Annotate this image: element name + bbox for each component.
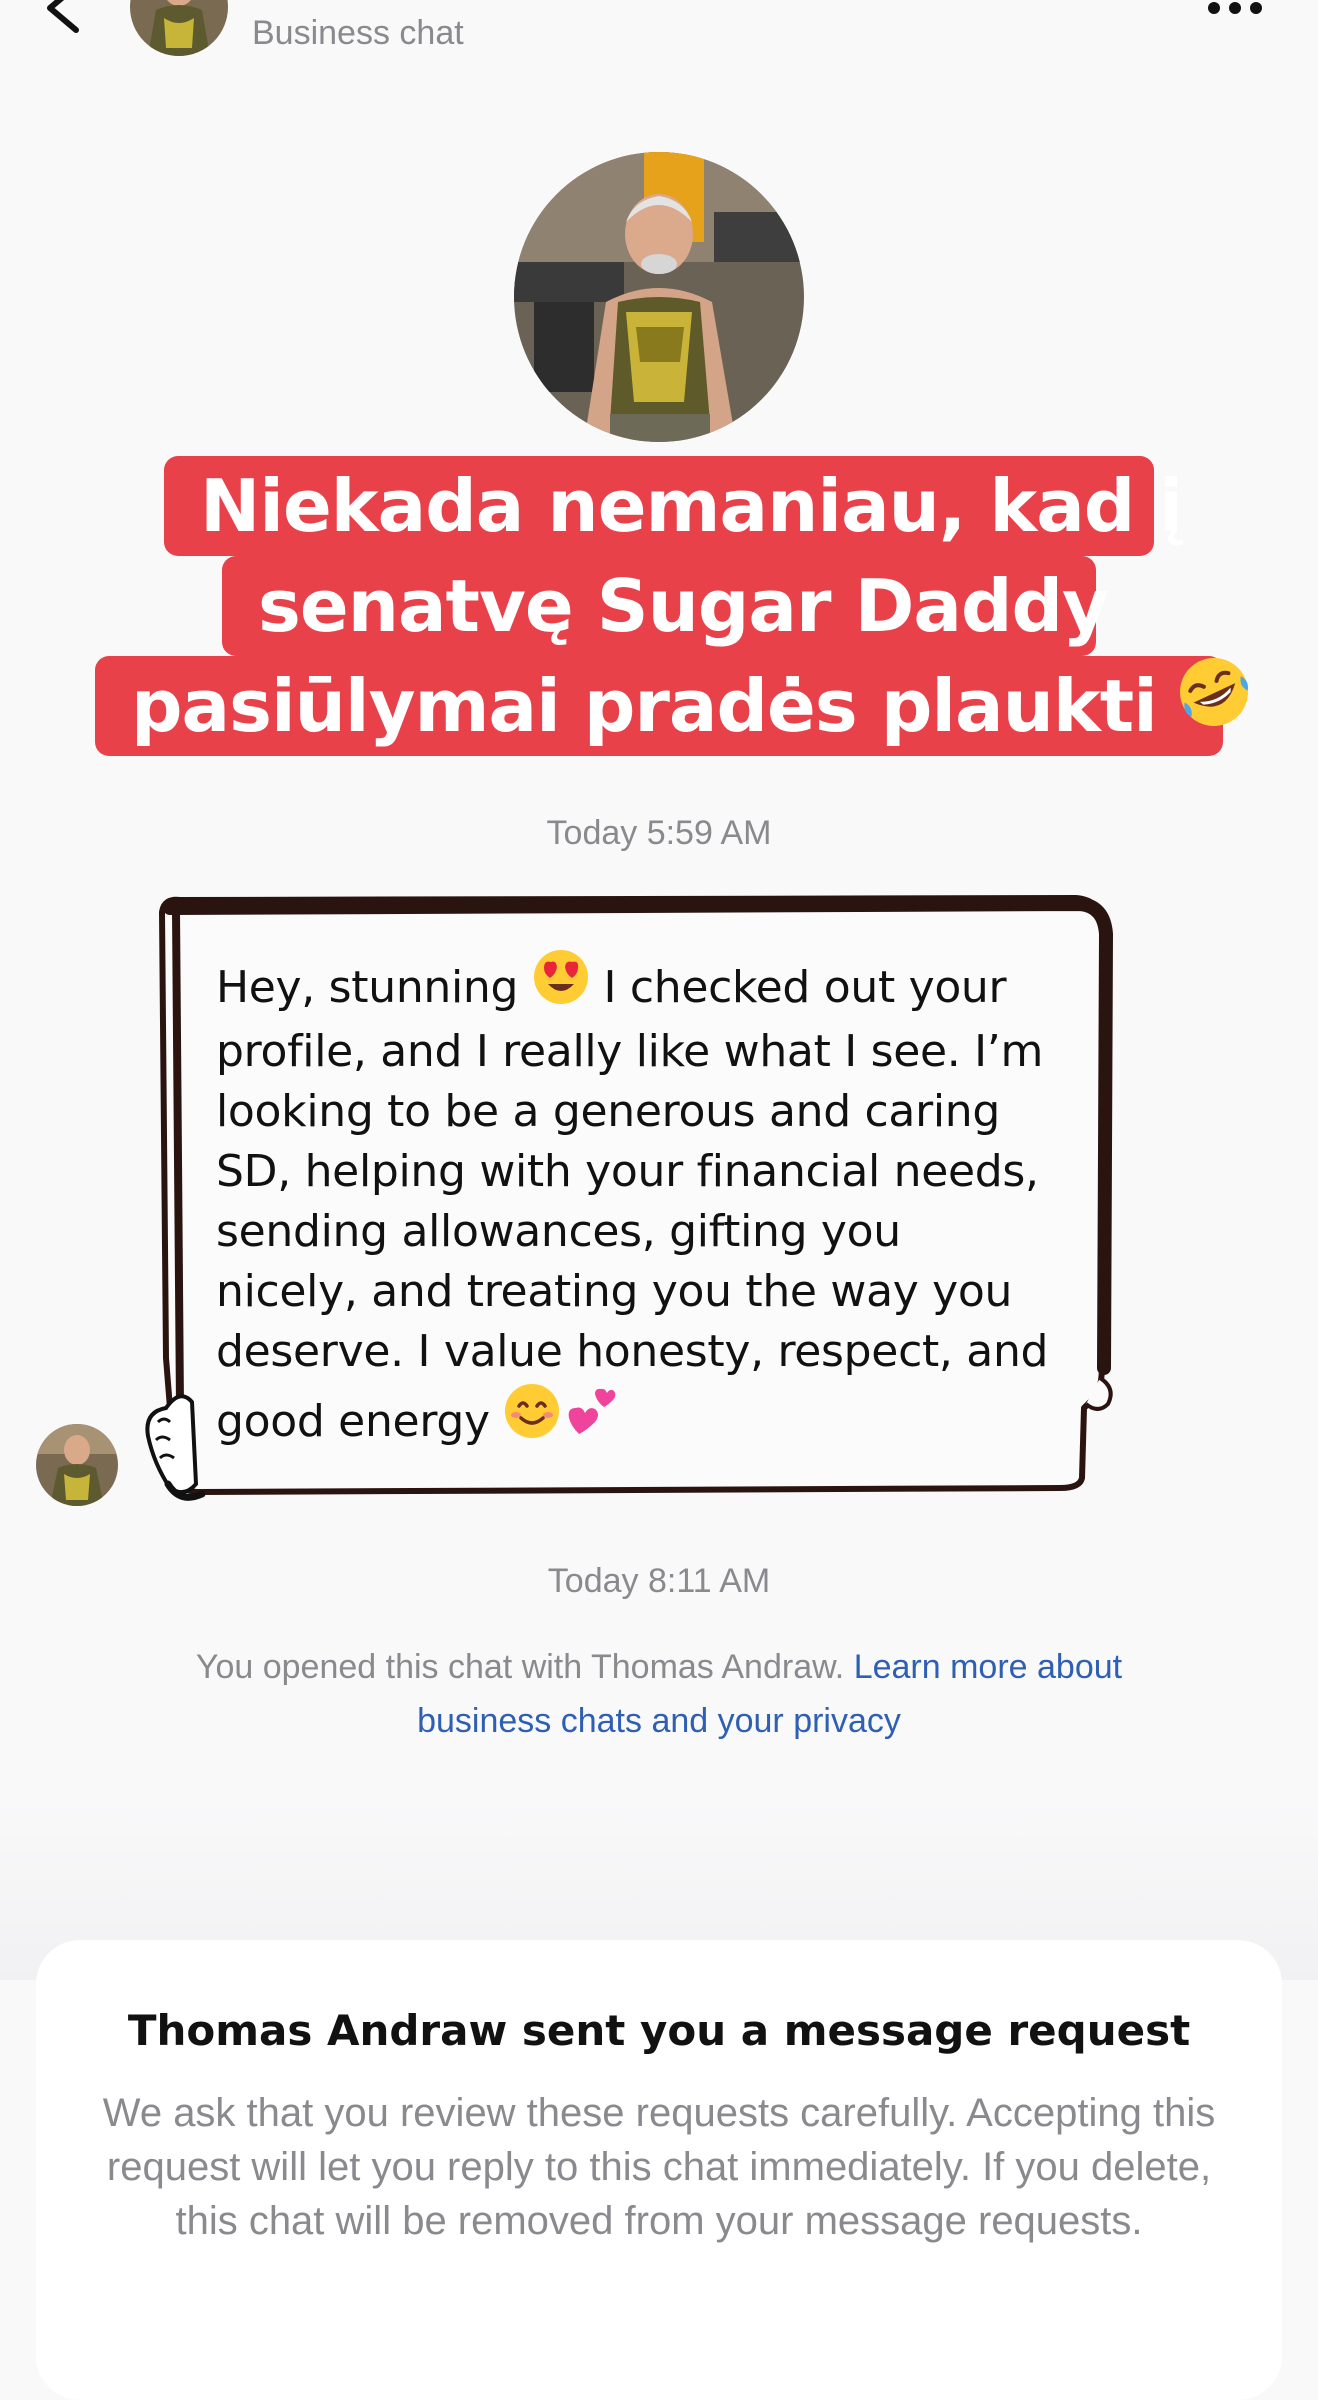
caption-line-1: Niekada nemaniau, kad į	[164, 456, 1183, 556]
chat-header: Business chat	[0, 0, 1318, 60]
caption-overlay: Niekada nemaniau, kad į senatvę Sugar Da…	[0, 456, 1318, 756]
chevron-left-icon	[47, 0, 79, 33]
message-line: deserve. I value honesty, respect, and	[216, 1326, 1049, 1377]
sender-avatar[interactable]	[36, 1424, 118, 1506]
business-chat-info: You opened this chat with Thomas Andraw.…	[130, 1640, 1188, 1748]
message-line: Hey, stunning I checked out your	[216, 950, 1066, 1022]
message-timestamp-2: Today 8:11 AM	[547, 1562, 771, 1600]
request-description: We ask that you review these requests ca…	[102, 2091, 1216, 2243]
message-line: profile, and I really like what I see. I…	[216, 1026, 1044, 1077]
caption-line-3: pasiūlymai pradės plaukti	[95, 656, 1248, 756]
ellipsis-icon	[1208, 2, 1262, 14]
message-line: good energy	[216, 1384, 1066, 1456]
message-timestamp: Today 5:59 AM	[546, 814, 772, 852]
two-hearts-emoji	[561, 1382, 621, 1456]
request-title: Thomas Andraw sent you a message request	[127, 2006, 1191, 2055]
smiling-face-emoji	[503, 1382, 561, 1456]
header-subtitle: Business chat	[252, 14, 464, 52]
message-line: SD, helping with your financial needs,	[216, 1146, 1039, 1197]
message-text: Hey, stunning I checked out your profile…	[216, 950, 1066, 1456]
caption-line-2: senatvę Sugar Daddy	[222, 556, 1109, 656]
profile-avatar[interactable]	[514, 152, 804, 442]
heart-eyes-emoji	[532, 948, 590, 1022]
message-line: sending allowances, gifting you	[216, 1206, 901, 1257]
message-request-card: Thomas Andraw sent you a message request…	[36, 1940, 1282, 2400]
rolling-on-floor-laughing-emoji	[1175, 653, 1253, 756]
more-options-button[interactable]	[1200, 0, 1270, 24]
back-button[interactable]	[40, 0, 90, 38]
message-line: nicely, and treating you the way you	[216, 1266, 1013, 1317]
message-line: looking to be a generous and caring	[216, 1086, 1001, 1137]
info-text: You opened this chat with Thomas Andraw.	[195, 1648, 845, 1686]
header-avatar[interactable]	[130, 0, 228, 56]
caption-line-3-text: pasiūlymai pradės plaukti	[131, 664, 1158, 748]
